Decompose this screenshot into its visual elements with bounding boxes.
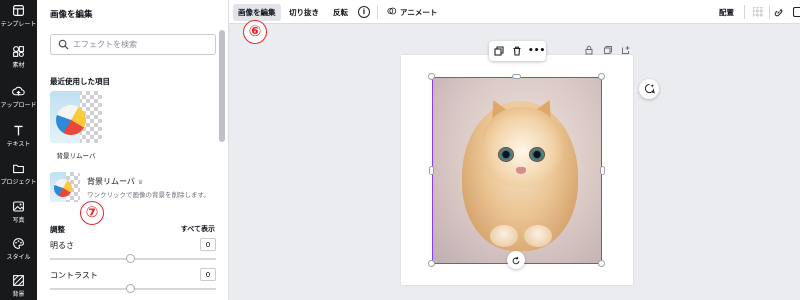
- contrast-value-input[interactable]: [200, 268, 216, 281]
- rail-item-elements[interactable]: 素材: [0, 45, 37, 70]
- rail-label: 写真: [12, 217, 25, 224]
- comment-sparkle-icon: [644, 83, 655, 94]
- template-icon: [0, 4, 37, 20]
- rail-item-styles[interactable]: スタイル: [0, 237, 37, 262]
- duplicate-page-icon[interactable]: [603, 40, 613, 54]
- rail-label: スタイル: [6, 254, 31, 261]
- beach-ball-image: [56, 105, 86, 135]
- rail-item-templates[interactable]: テンプレート: [0, 4, 37, 29]
- effect-thumbnail: [50, 172, 80, 202]
- rotate-icon: [512, 256, 520, 265]
- effect-name-row: 背景リムーバ ♛: [87, 176, 143, 187]
- recent-item-label: 背景リムーバ: [56, 152, 96, 160]
- rail-label: テキスト: [6, 141, 31, 148]
- rail-label: 素材: [12, 62, 25, 69]
- rail-label: アップロード: [0, 102, 37, 109]
- step-marker-6: ⑥: [243, 20, 267, 44]
- lock-icon[interactable]: [584, 40, 594, 55]
- resize-handle-bottom-right[interactable]: [598, 260, 605, 267]
- panel-scrollbar[interactable]: [219, 30, 225, 142]
- background-icon: [0, 274, 37, 290]
- rail-item-photos[interactable]: 写真: [0, 200, 37, 225]
- add-page-icon[interactable]: [621, 40, 631, 54]
- show-all-link[interactable]: すべて表示: [181, 224, 215, 234]
- rail-item-projects[interactable]: プロジェクト: [0, 162, 37, 187]
- resize-handle-right[interactable]: [600, 166, 605, 175]
- effect-description: ワンクリックで画像の背景を削除します。: [87, 191, 210, 199]
- duplicate-icon[interactable]: [492, 44, 506, 58]
- rail-item-text[interactable]: テキスト: [0, 124, 37, 149]
- search-icon: [58, 39, 69, 50]
- crown-icon: ♛: [137, 179, 144, 186]
- animate-icon: [387, 7, 397, 15]
- top-toolbar: 画像を編集 切り抜き 反転 i アニメート 配置: [229, 0, 800, 24]
- edit-image-button[interactable]: 画像を編集: [233, 4, 281, 21]
- toolbar-divider: [377, 5, 378, 19]
- effect-name: 背景リムーバ: [87, 177, 135, 186]
- rail-label: テンプレート: [0, 21, 37, 28]
- rotate-handle[interactable]: [507, 251, 525, 269]
- recent-item-bg-remover-thumbnail[interactable]: [50, 91, 102, 143]
- elements-icon: [0, 45, 37, 61]
- toolbar-divider: [744, 5, 745, 19]
- element-floating-toolbar: •••: [489, 41, 546, 61]
- animate-label: アニメート: [400, 8, 438, 17]
- selection-frame: [432, 77, 602, 264]
- rail-label: プロジェクト: [0, 179, 37, 186]
- beach-ball-image: [54, 179, 72, 197]
- trash-icon[interactable]: [510, 44, 524, 58]
- rail-item-uploads[interactable]: アップロード: [0, 85, 37, 110]
- contrast-slider-handle[interactable]: [126, 284, 135, 293]
- more-options-icon[interactable]: •••: [528, 44, 545, 58]
- adjust-section-title: 調整: [50, 225, 65, 234]
- animate-button[interactable]: アニメート: [382, 4, 442, 21]
- position-button[interactable]: 配置: [714, 4, 739, 21]
- upload-icon: [0, 85, 37, 101]
- brightness-label: 明るさ: [50, 241, 74, 250]
- resize-handle-top-right[interactable]: [598, 73, 605, 80]
- contrast-label: コントラスト: [50, 271, 98, 280]
- photo-icon: [0, 200, 37, 216]
- palette-icon: [0, 237, 37, 253]
- info-icon[interactable]: i: [358, 6, 370, 18]
- text-icon: [0, 124, 37, 140]
- toolbar-divider: [769, 5, 770, 19]
- flip-button[interactable]: 反転: [328, 4, 353, 21]
- resize-handle-left[interactable]: [429, 166, 434, 175]
- resize-handle-top-left[interactable]: [428, 73, 435, 80]
- rail-label: 背景: [12, 291, 25, 298]
- resize-handle-top[interactable]: [512, 74, 521, 79]
- link-icon[interactable]: [773, 7, 784, 18]
- effect-bg-remover[interactable]: 背景リムーバ ♛ ワンクリックで画像の背景を削除します。: [50, 172, 220, 204]
- recent-section-title: 最近使用した項目: [50, 77, 110, 86]
- copy-style-icon[interactable]: [793, 7, 800, 17]
- brightness-slider-handle[interactable]: [126, 254, 135, 263]
- left-rail: テンプレート 素材 アップロード テキスト プロジェクト 写真 スタイル 背景: [0, 0, 37, 300]
- transparency-icon[interactable]: [753, 7, 763, 17]
- edit-image-panel: 画像を編集 最近使用した項目 背景リムーバ 背景リムーバ♛ ワンクリックで画像の…: [37, 0, 229, 300]
- step-marker-7: ⑦: [80, 201, 104, 225]
- effect-search-box[interactable]: [50, 34, 216, 55]
- search-input[interactable]: [73, 37, 213, 52]
- ai-suggest-button[interactable]: [639, 79, 659, 99]
- folder-icon: [0, 162, 37, 178]
- rail-item-background[interactable]: 背景: [0, 274, 37, 299]
- crop-button[interactable]: 切り抜き: [284, 4, 324, 21]
- brightness-value-input[interactable]: [200, 238, 216, 251]
- panel-title: 画像を編集: [50, 10, 93, 20]
- resize-handle-bottom-left[interactable]: [428, 260, 435, 267]
